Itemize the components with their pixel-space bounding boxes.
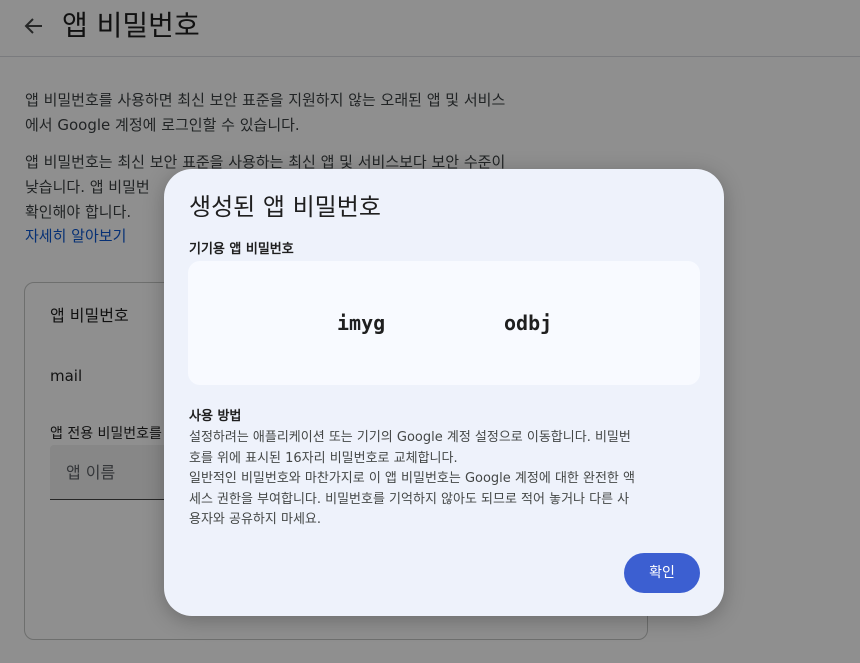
usage-title: 사용 방법 [189, 409, 242, 424]
usage-line: 설정하려는 애플리케이션 또는 기기의 Google 계정 설정으로 이동합니다… [189, 430, 631, 445]
usage-line: 세스 권한을 부여합니다. 비밀번호를 기억하지 않아도 되므로 적어 놓거나 … [189, 491, 630, 507]
password-group-2: odbj [504, 311, 553, 335]
usage-line: 호를 위에 표시된 16자리 비밀번호로 교체합니다. [189, 450, 458, 466]
usage-line: 일반적인 비밀번호와 마찬가지로 이 앱 비밀번호는 Google 계정에 대한… [189, 471, 635, 486]
usage-line: 용자와 공유하지 마세요. [189, 512, 321, 527]
usage-instructions: 설정하려는 애플리케이션 또는 기기의 Google 계정 설정으로 이동합니다… [189, 428, 709, 531]
dialog-subtitle: 기기용 앱 비밀번호 [189, 242, 294, 257]
password-box: imyg odbj [188, 261, 700, 385]
generated-password-dialog: 생성된 앱 비밀번호 기기용 앱 비밀번호 imyg odbj 사용 방법 설정… [164, 169, 724, 616]
password-group-1: imyg [337, 311, 386, 335]
confirm-button[interactable]: 확인 [624, 553, 700, 593]
dialog-title: 생성된 앱 비밀번호 [189, 193, 381, 221]
